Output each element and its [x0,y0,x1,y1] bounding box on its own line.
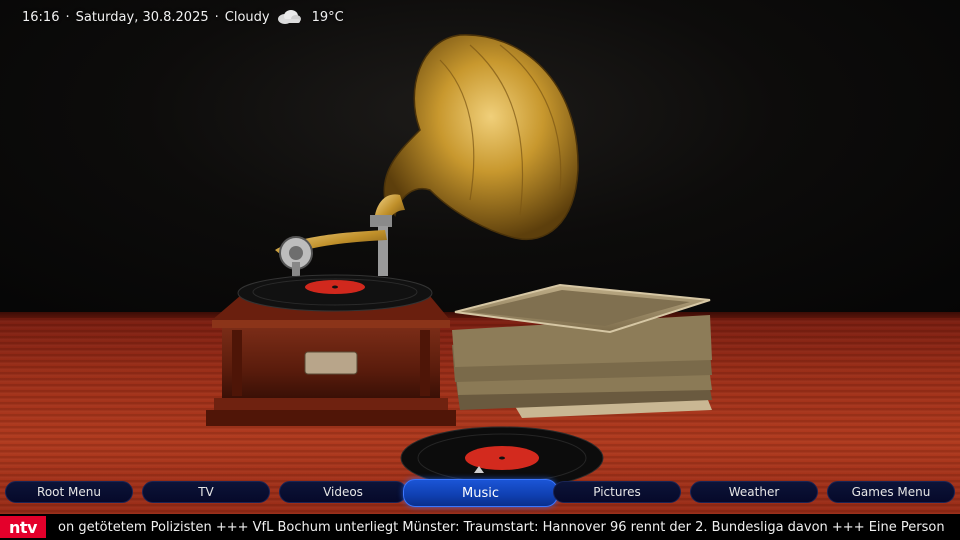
active-indicator-icon [474,466,484,473]
cloud-icon [277,10,301,24]
gramophone-icon [206,34,712,490]
menu-item-label: Pictures [593,485,641,499]
menu-item-label: Root Menu [37,485,101,499]
main-menu: Root Menu TV Videos Music Pictures Weath… [5,479,957,507]
menu-item-weather[interactable]: Weather [690,481,818,503]
separator: · [65,9,70,25]
clock-time: 16:16 [22,9,60,25]
menu-item-label: Videos [323,485,363,499]
temperature-label: 19°C [311,9,344,25]
menu-item-root-menu[interactable]: Root Menu [5,481,133,503]
menu-item-label: Weather [728,485,780,499]
menu-item-label: TV [198,485,214,499]
menu-item-music[interactable]: Music [403,479,558,507]
menu-item-videos[interactable]: Videos [279,481,407,503]
weather-label: Cloudy [224,9,270,25]
date-label: Saturday, 30.8.2025 [75,9,209,25]
menu-item-label: Music [462,485,499,501]
menu-item-pictures[interactable]: Pictures [553,481,681,503]
menu-item-label: Games Menu [851,485,931,499]
separator: · [214,9,219,25]
status-bar: 16:16 · Saturday, 30.8.2025 · Cloudy 19°… [22,7,344,27]
menu-item-tv[interactable]: TV [142,481,270,503]
menu-item-games-menu[interactable]: Games Menu [827,481,955,503]
ticker-text: on getötetem Polizisten +++ VfL Bochum u… [58,519,946,535]
background-scene [0,0,960,540]
ntv-logo: ntv [0,516,46,538]
news-ticker: ntv on getötetem Polizisten +++ VfL Boch… [0,514,960,540]
